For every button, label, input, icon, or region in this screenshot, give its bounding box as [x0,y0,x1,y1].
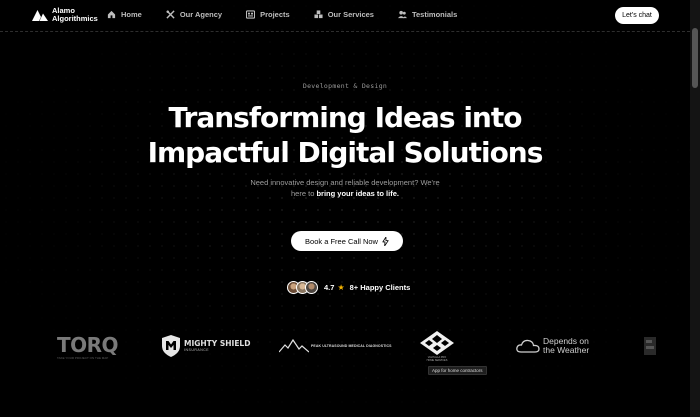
logo-tooltip: App for home contractors [428,366,487,375]
hero-subtitle-highlight: bring your ideas to life. [316,189,399,198]
shield-icon [162,335,180,357]
nav-item-our-services[interactable]: Our Services [314,10,374,19]
avatar [305,281,318,294]
logo-line-2: Algorithmics [52,14,98,23]
partial-logo-icon [644,337,656,355]
scrollbar-thumb[interactable] [692,28,698,88]
book-call-label: Book a Free Call Now [305,236,378,246]
happy-clients-label: 8+ Happy Clients [349,283,411,292]
mighty-shield-logo: MIGHTY SHIELD INSURANCE [162,335,250,357]
hero-subtitle-plain: here to [291,189,315,198]
grid-icon [246,10,256,19]
book-call-button[interactable]: Book a Free Call Now [291,231,403,251]
mighty-shield-text: MIGHTY SHIELD INSURANCE [184,339,251,353]
nav-item-home[interactable]: Home [107,10,142,19]
mountain-brand-logo: PEAK ULTRASOUND MEDICAL DIAGNOSTICS [279,339,392,353]
valhalla-subtitle: VALHALLA PRO HOME SERVICES [427,356,448,362]
users-icon [397,10,407,19]
nav-item-our-agency[interactable]: Our Agency [166,10,222,19]
torq-logo: TORQ TAKE YOUR PROJECT ON THE MAP [57,333,119,360]
diamond-pattern-icon [420,331,454,355]
client-avatars [287,281,318,294]
main-nav: Home Our Agency Projects Our Services Te… [107,10,481,19]
brand-logo[interactable]: Alamo Algorithmics [32,7,98,23]
hero-subtitle: Need innovative design and reliable deve… [0,177,690,199]
nav-label-projects: Projects [260,10,290,19]
site-header: Alamo Algorithmics Home Our Agency Proje… [0,0,690,32]
nav-item-projects[interactable]: Projects [246,10,290,19]
hero-title: Transforming Ideas into Impactful Digita… [0,100,690,170]
nav-label-our-agency: Our Agency [179,10,223,19]
mighty-shield-subtitle: INSURANCE [184,348,210,352]
header-divider [0,31,690,32]
valhalla-sub-line-2: HOME SERVICES [426,359,448,362]
rating-value: 4.7 [324,283,335,292]
torq-wordmark: TORQ [57,333,119,357]
hero-eyebrow: Development & Design [302,82,388,90]
tools-icon [166,10,175,19]
star-icon: ★ [337,283,345,292]
depends-on-weather-logo: Depends on the Weather [516,337,589,355]
lightning-icon [382,236,389,246]
hero-subtitle-line-2: here to bring your ideas to life. [0,188,690,199]
mighty-shield-wordmark: MIGHTY SHIELD [184,339,251,348]
client-rating: 4.7 ★ 8+ Happy Clients [287,281,410,294]
lets-chat-button[interactable]: Let's chat [615,7,659,24]
logo-mark-icon [32,9,48,21]
boxes-icon [314,10,323,19]
client-logos-strip: TORQ TAKE YOUR PROJECT ON THE MAP MIGHTY… [0,328,690,368]
valhalla-logo: VALHALLA PRO HOME SERVICES [420,331,454,362]
nav-label-testimonials: Testimonials [411,10,458,19]
hero-subtitle-line-1: Need innovative design and reliable deve… [250,178,440,187]
hero-title-line-1: Transforming Ideas into [168,101,523,134]
home-icon [107,10,116,19]
mountain-icon [279,339,309,353]
page-scrollbar[interactable] [690,0,700,417]
nav-label-our-services: Our Services [327,10,374,19]
logo-text: Alamo Algorithmics [52,7,98,23]
weather-text: Depends on the Weather [543,337,589,355]
nav-item-testimonials[interactable]: Testimonials [397,10,458,19]
partial-logo [644,335,656,357]
weather-line-2: the Weather [543,345,590,355]
hero-title-line-2: Impactful Digital Solutions [147,136,544,169]
mountain-brand-wordmark: PEAK ULTRASOUND MEDICAL DIAGNOSTICS [311,344,392,348]
nav-label-home: Home [121,10,142,19]
cloud-icon [516,339,540,353]
